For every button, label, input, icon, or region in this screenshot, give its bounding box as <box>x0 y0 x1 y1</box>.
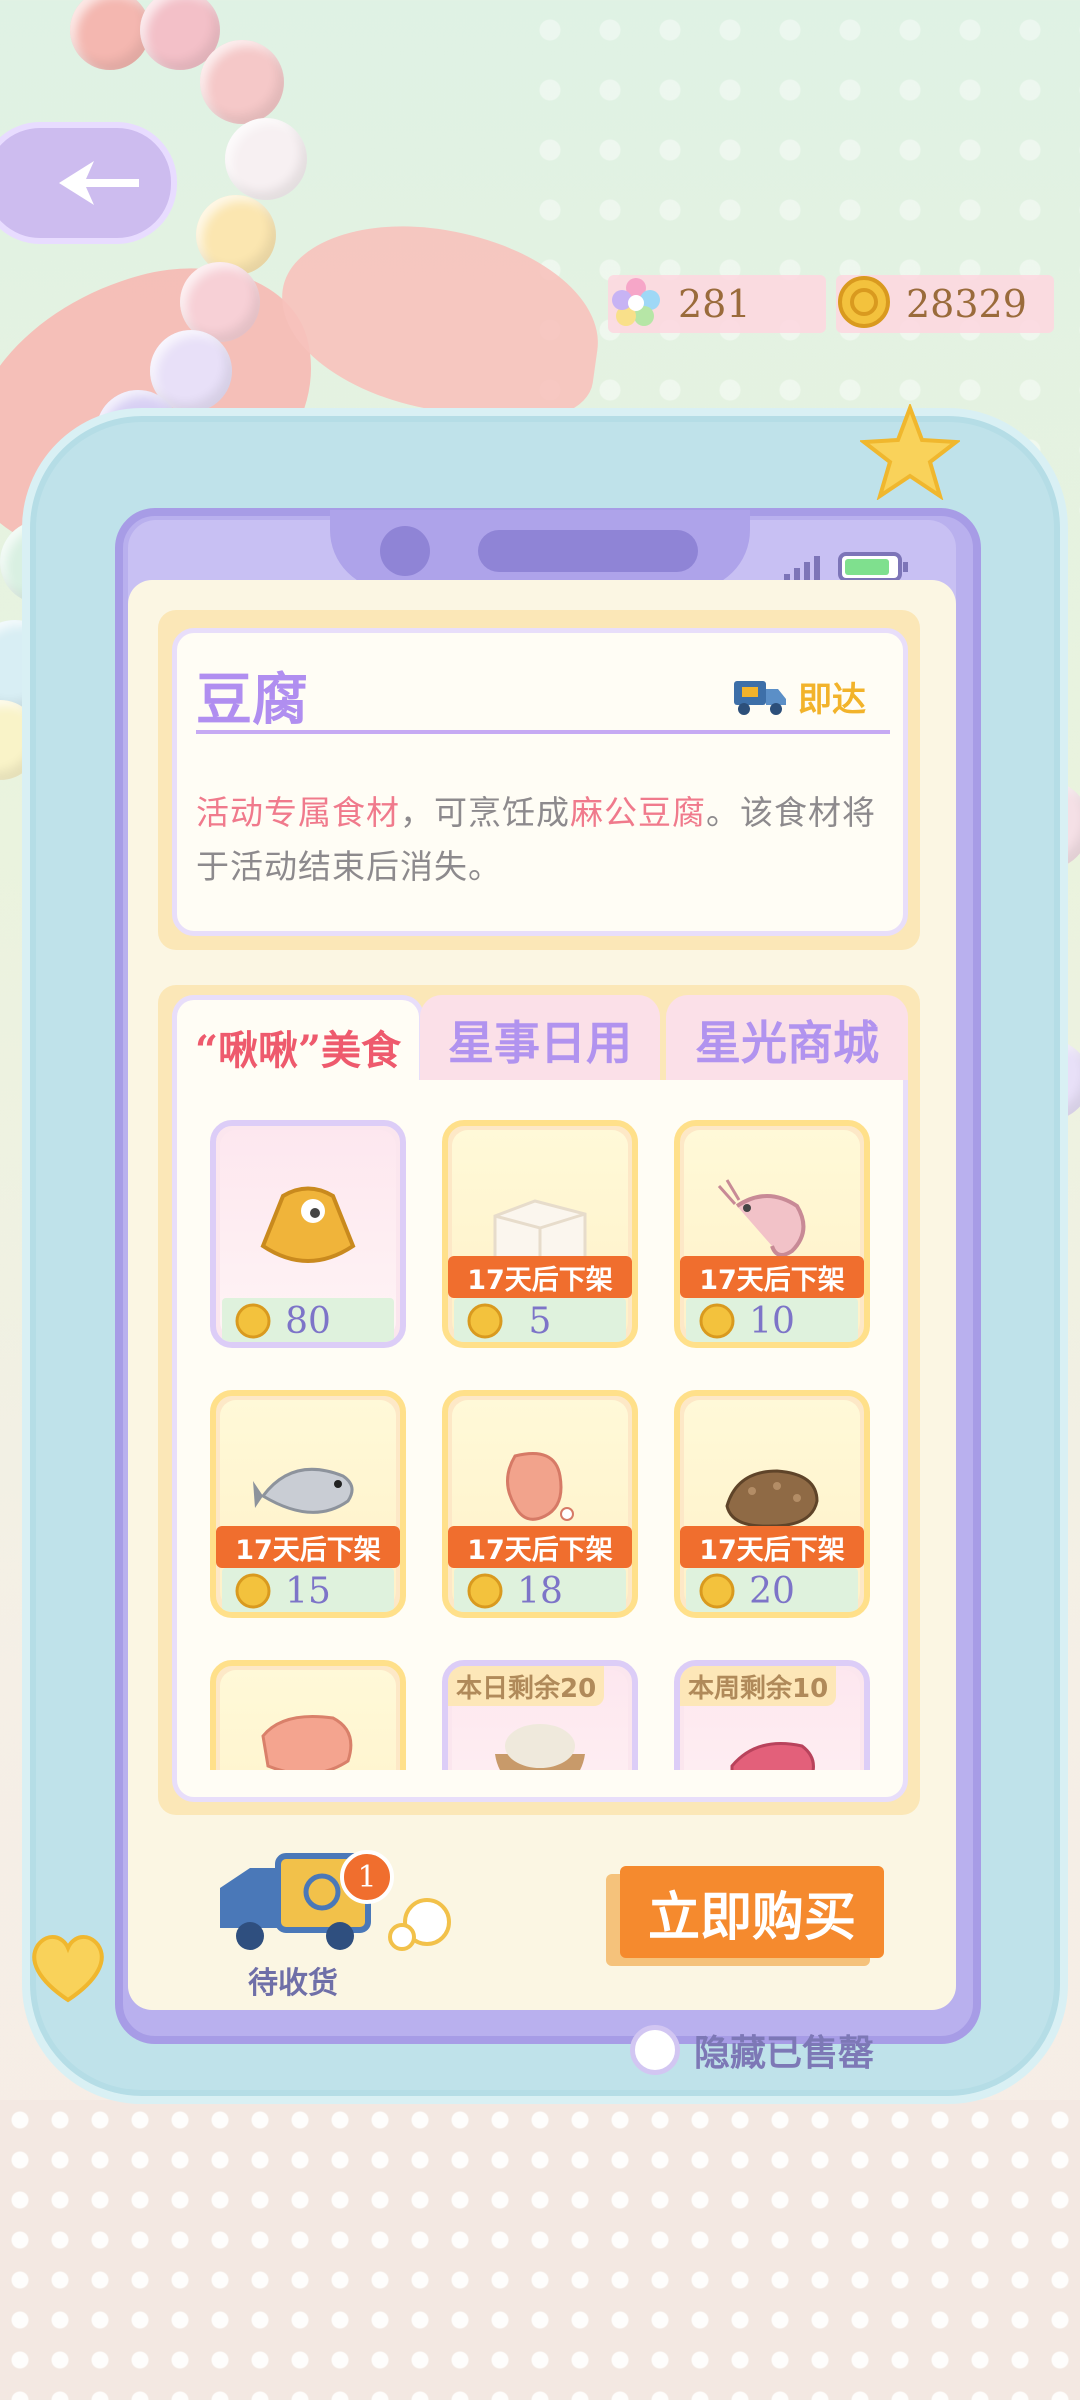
back-button[interactable] <box>0 122 177 244</box>
fish-icon <box>253 1467 354 1514</box>
product-card[interactable]: 17天后下架 15 <box>210 1390 406 1618</box>
price-value: 80 <box>285 1300 331 1342</box>
lace-decoration-bottom <box>0 2100 1080 2400</box>
product-row-partial: 本日剩余20 本周剩余10 <box>172 1650 908 1770</box>
product-timer: 17天后下架 <box>680 1256 864 1298</box>
delivery-truck-icon <box>734 680 786 715</box>
bead-decoration <box>70 0 150 70</box>
price-value: 5 <box>528 1300 552 1342</box>
divider <box>196 730 890 734</box>
desc-highlight: 麻公豆腐 <box>570 793 706 832</box>
product-card[interactable]: 本日剩余20 <box>442 1660 638 1770</box>
shrimp-icon <box>717 1179 806 1257</box>
tab-starlight-mall[interactable]: 星光商城 <box>666 995 908 1085</box>
delivery-info: 即达 <box>732 672 866 721</box>
item-name: 豆腐 <box>196 667 308 733</box>
gold-coin-icon <box>235 1573 271 1609</box>
hide-sold-out-label: 隐藏已售罄 <box>694 2033 875 2074</box>
rice-icon <box>495 1724 585 1770</box>
price-value: 15 <box>285 1570 331 1612</box>
meat-icon <box>506 1452 574 1521</box>
product-card[interactable]: 17天后下架 18 <box>442 1390 638 1618</box>
product-card[interactable]: 本周剩余10 <box>674 1660 870 1770</box>
coin-currency: 28329 <box>836 272 1054 336</box>
product-timer: 17天后下架 <box>448 1526 632 1568</box>
price-value: 10 <box>749 1300 795 1342</box>
gold-coin-icon <box>467 1573 503 1609</box>
product-timer: 17天后下架 <box>216 1526 400 1568</box>
pending-delivery-label: 待收货 <box>248 1966 338 2001</box>
product-price: 5 <box>454 1298 626 1342</box>
sea-cucumber-icon <box>725 1469 819 1528</box>
product-card[interactable]: 80 <box>210 1120 406 1348</box>
bead-decoration <box>200 40 284 124</box>
product-card[interactable]: 17天后下架 20 <box>674 1390 870 1618</box>
product-card[interactable] <box>210 1660 406 1770</box>
rainbow-gem-icon <box>612 278 660 326</box>
purchase-limit-badge: 本周剩余10 <box>680 1666 837 1706</box>
speaker-icon <box>478 530 698 572</box>
tab-daily-goods[interactable]: 星事日用 <box>420 995 660 1085</box>
ingredient-bag-icon <box>260 1186 356 1263</box>
pork-icon <box>261 1714 353 1770</box>
product-price: 18 <box>454 1568 626 1612</box>
delivery-label: 即达 <box>798 680 866 720</box>
gold-coin-icon <box>699 1573 735 1609</box>
camera-icon <box>380 526 430 576</box>
buy-now-button[interactable]: 立即购买 <box>620 1866 884 1958</box>
price-value: 18 <box>517 1570 563 1612</box>
hide-sold-out-toggle[interactable]: 隐藏已售罄 <box>630 2024 874 2076</box>
product-price: 80 <box>222 1298 394 1342</box>
gold-coin-icon <box>699 1303 735 1339</box>
gold-coin-icon <box>235 1303 271 1339</box>
product-card[interactable]: 17天后下架 10 <box>674 1120 870 1348</box>
product-price: 10 <box>686 1298 858 1342</box>
bead-decoration <box>225 118 307 200</box>
pending-count-badge: 1 <box>340 1850 394 1904</box>
desc-highlight: 活动专属食材 <box>196 793 400 832</box>
star-decoration-icon <box>860 404 960 500</box>
price-value: 20 <box>749 1570 795 1612</box>
exhaust-cloud-icon <box>388 1898 451 1951</box>
beef-icon <box>730 1742 815 1770</box>
product-timer: 17天后下架 <box>448 1256 632 1298</box>
product-price: 20 <box>686 1568 858 1612</box>
gold-coin-icon <box>838 276 890 328</box>
item-description: 活动专属食材，可烹饪成麻公豆腐。该食材将于活动结束后消失。 <box>196 786 896 894</box>
back-arrow-icon <box>58 161 139 205</box>
product-price: 15 <box>222 1568 394 1612</box>
desc-text: ，可烹饪成 <box>400 793 570 832</box>
product-card[interactable]: 17天后下架 5 <box>442 1120 638 1348</box>
purchase-limit-badge: 本日剩余20 <box>448 1666 605 1706</box>
heart-decoration-icon <box>32 1935 104 2003</box>
gold-coin-icon <box>467 1303 503 1339</box>
gem-currency: 281 <box>608 272 826 336</box>
checkbox[interactable] <box>630 2025 680 2075</box>
battery-icon <box>838 552 908 582</box>
product-timer: 17天后下架 <box>680 1526 864 1568</box>
